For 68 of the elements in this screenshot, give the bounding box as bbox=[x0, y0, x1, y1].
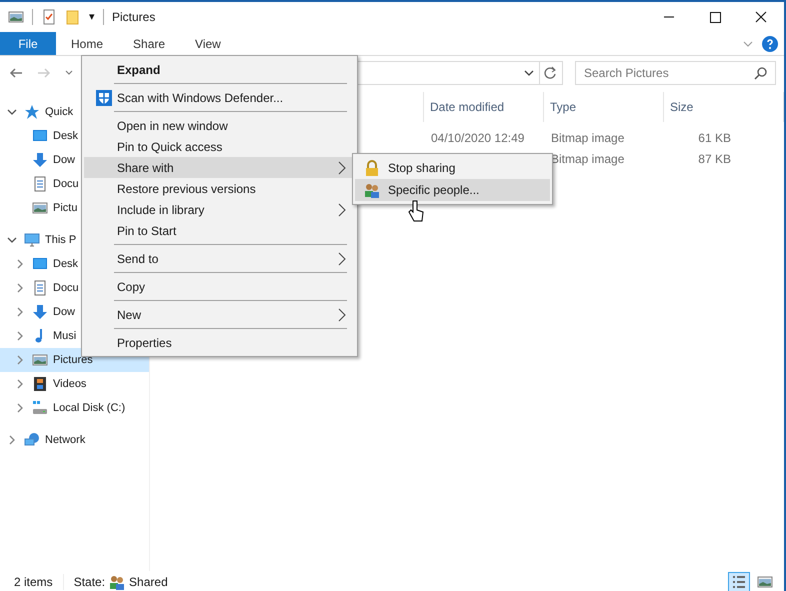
padlock-icon bbox=[364, 160, 380, 176]
details-view-button[interactable] bbox=[728, 572, 750, 591]
picture-icon bbox=[32, 200, 48, 216]
picture-icon bbox=[8, 9, 24, 25]
ribbon-tab[interactable]: Home bbox=[56, 32, 118, 55]
size-cell-text: 87 KB bbox=[697, 150, 731, 168]
expanded-chevron-icon bbox=[7, 107, 17, 117]
collapsed-chevron-icon bbox=[15, 331, 25, 341]
picture-icon bbox=[32, 352, 48, 368]
ribbon-tab[interactable]: Share bbox=[118, 32, 180, 55]
menu-item[interactable]: Copy bbox=[84, 276, 355, 297]
menu-item[interactable]: Share with bbox=[84, 157, 355, 178]
properties-toolbar-icon[interactable] bbox=[41, 9, 57, 25]
computer-icon bbox=[24, 232, 40, 248]
menu-item[interactable]: Specific people... bbox=[355, 179, 550, 201]
collapsed-chevron-icon bbox=[15, 283, 25, 293]
menu-item[interactable]: Expand bbox=[84, 59, 355, 80]
customize-toolbar-button[interactable]: ▾ bbox=[89, 8, 95, 26]
collapsed-chevron-icon bbox=[15, 307, 25, 317]
nav-item[interactable]: Network bbox=[0, 428, 149, 452]
menu-item[interactable]: New bbox=[84, 304, 355, 325]
window-title: Pictures bbox=[112, 9, 156, 26]
film-icon bbox=[32, 376, 48, 392]
collapsed-chevron-icon bbox=[15, 259, 25, 269]
menu-item[interactable]: Open in new window bbox=[84, 115, 355, 136]
state-label: State: bbox=[74, 574, 106, 591]
help-icon[interactable] bbox=[762, 36, 778, 52]
search-field[interactable]: Search Pictures bbox=[575, 61, 776, 85]
monitor-icon bbox=[32, 128, 48, 144]
star-icon bbox=[24, 104, 40, 120]
collapsed-chevron-icon bbox=[15, 403, 25, 413]
picture-icon bbox=[757, 574, 773, 590]
down-arrow-icon bbox=[32, 152, 48, 168]
nav-item[interactable]: Local Disk (C:) bbox=[0, 396, 149, 420]
collapsed-chevron-icon bbox=[15, 379, 25, 389]
menu-item[interactable]: Send to bbox=[84, 248, 355, 269]
down-arrow-icon bbox=[32, 304, 48, 320]
column-header[interactable]: Date modified bbox=[423, 92, 543, 122]
state-value: Shared bbox=[129, 574, 168, 591]
menu-item[interactable]: Pin to Start bbox=[84, 220, 355, 241]
item-count: 2 items bbox=[14, 574, 53, 591]
list-icon bbox=[731, 574, 747, 590]
network-icon bbox=[24, 432, 40, 448]
collapsed-chevron-icon bbox=[15, 355, 25, 365]
collapsed-chevron-icon bbox=[7, 435, 17, 445]
search-icon[interactable] bbox=[754, 66, 768, 80]
column-header[interactable]: Type bbox=[543, 92, 663, 122]
hand-cursor-icon bbox=[408, 200, 424, 222]
menu-item[interactable]: Restore previous versions bbox=[84, 178, 355, 199]
date-cell-text: 04/10/2020 12:49 bbox=[431, 130, 524, 146]
people-icon bbox=[109, 574, 126, 590]
column-header[interactable]: Size bbox=[663, 92, 783, 122]
document-icon bbox=[32, 176, 48, 192]
file-tab[interactable]: File bbox=[0, 32, 56, 55]
type-cell-text: Bitmap image bbox=[550, 130, 626, 146]
people-icon bbox=[364, 182, 380, 198]
nav-item[interactable]: Videos bbox=[0, 372, 149, 396]
expanded-chevron-icon bbox=[7, 235, 17, 245]
document-icon bbox=[32, 280, 48, 296]
menu-item[interactable]: Stop sharing bbox=[355, 157, 550, 179]
menu-item[interactable]: Include in library bbox=[84, 199, 355, 220]
menu-item[interactable]: Scan with Windows Defender... bbox=[84, 87, 355, 108]
size-cell-text: 61 KB bbox=[697, 130, 731, 146]
shield-icon bbox=[96, 90, 112, 106]
monitor-icon bbox=[32, 256, 48, 272]
ribbon-tab[interactable]: View bbox=[180, 32, 236, 55]
drive-icon bbox=[32, 400, 48, 416]
menu-item[interactable]: Pin to Quick access bbox=[84, 136, 355, 157]
